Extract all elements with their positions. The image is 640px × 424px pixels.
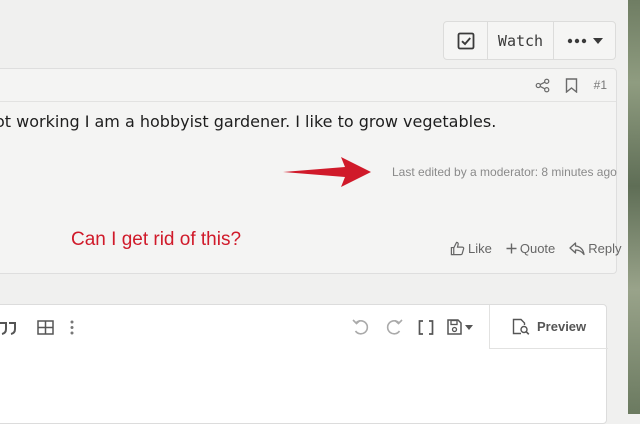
quote-block-icon[interactable]: [0, 321, 17, 335]
post-container: #1 ot working I am a hobbyist gardener. …: [0, 68, 622, 274]
ellipsis-icon: [567, 38, 586, 43]
preview-button[interactable]: Preview: [489, 305, 608, 349]
post-actions: Like Quote Reply: [450, 241, 622, 256]
table-icon[interactable]: [37, 320, 54, 335]
annotation-arrow-icon: [283, 157, 371, 187]
like-button[interactable]: Like: [450, 241, 492, 256]
undo-icon[interactable]: [352, 319, 370, 336]
post-number-link[interactable]: #1: [594, 78, 607, 92]
more-options-button[interactable]: [554, 22, 615, 59]
annotation-text: Can I get rid of this?: [71, 229, 242, 250]
reply-editor: Preview: [0, 304, 608, 424]
post-header: #1: [0, 69, 616, 102]
toggle-bbcode-icon[interactable]: [418, 320, 434, 335]
bookmark-icon[interactable]: [565, 78, 578, 93]
share-icon[interactable]: [535, 78, 550, 93]
preview-label: Preview: [537, 319, 587, 334]
redo-icon[interactable]: [385, 319, 403, 336]
mark-read-button[interactable]: [444, 22, 488, 59]
post-body-text: ot working I am a hobbyist gardener. I l…: [0, 112, 497, 131]
drafts-menu-button[interactable]: [447, 319, 473, 335]
plus-icon: [506, 243, 517, 254]
quote-button[interactable]: Quote: [506, 241, 555, 256]
checkbox-icon: [457, 32, 474, 49]
preview-search-icon: [512, 318, 530, 335]
last-edited-note[interactable]: Last edited by a moderator: 8 minutes ag…: [392, 165, 617, 179]
quote-label: Quote: [519, 241, 556, 256]
chevron-down-icon: [465, 324, 473, 330]
watch-button[interactable]: Watch: [488, 22, 554, 59]
reply-label: Reply: [588, 241, 622, 256]
reply-icon: [569, 241, 585, 255]
vertical-ellipsis-icon[interactable]: [70, 320, 74, 335]
background-foliage: [628, 0, 640, 414]
save-draft-icon: [447, 319, 462, 335]
chevron-down-icon: [592, 37, 603, 44]
like-label: Like: [468, 241, 492, 256]
reply-button[interactable]: Reply: [569, 241, 622, 256]
thumbs-up-icon: [450, 241, 465, 256]
thread-action-group: Watch: [443, 21, 616, 60]
